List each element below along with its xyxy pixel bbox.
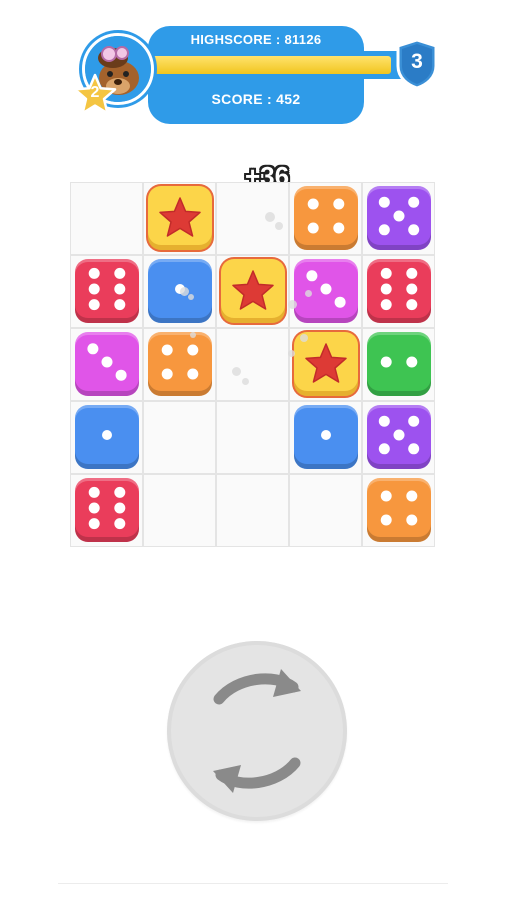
pips-icon bbox=[307, 198, 345, 234]
smoke-puff bbox=[300, 334, 308, 342]
rotate-arrows-icon bbox=[213, 669, 301, 793]
pips-icon bbox=[102, 430, 112, 440]
star-icon bbox=[232, 270, 274, 310]
board-cell bbox=[216, 182, 289, 255]
dice-red-6[interactable] bbox=[75, 259, 139, 323]
star-icon bbox=[159, 197, 201, 237]
pips-icon bbox=[88, 267, 126, 311]
board-cell bbox=[216, 474, 289, 547]
smoke-puff bbox=[265, 212, 275, 222]
star-die[interactable] bbox=[148, 186, 212, 250]
dice-purple-5[interactable] bbox=[367, 405, 431, 469]
pips-icon bbox=[321, 430, 331, 440]
smoke-puff bbox=[305, 290, 312, 297]
board-cell bbox=[143, 474, 216, 547]
level-number: 3 bbox=[411, 50, 423, 73]
pips-icon bbox=[87, 343, 127, 381]
dice-purple-5[interactable] bbox=[367, 186, 431, 250]
pips-icon bbox=[88, 486, 126, 530]
dice-blue-1[interactable] bbox=[75, 405, 139, 469]
smoke-puff bbox=[188, 294, 194, 300]
game-board bbox=[70, 182, 437, 547]
board-cell bbox=[143, 401, 216, 474]
smoke-puff bbox=[288, 300, 297, 309]
star-die[interactable] bbox=[221, 259, 285, 323]
pips-icon bbox=[380, 267, 418, 311]
board-cell bbox=[216, 401, 289, 474]
dice-blue-1[interactable] bbox=[294, 405, 358, 469]
level-progress-bar bbox=[138, 51, 408, 79]
star-count: 2 bbox=[90, 84, 100, 101]
pips-icon bbox=[306, 270, 346, 308]
pips-icon bbox=[161, 344, 199, 380]
board-cell bbox=[289, 474, 362, 547]
pips-icon bbox=[380, 490, 418, 526]
smoke-puff bbox=[288, 350, 295, 357]
level-progress-fill bbox=[142, 56, 391, 74]
smoke-puff bbox=[232, 367, 241, 376]
score-label: SCORE : 452 bbox=[211, 91, 301, 107]
dice-orange-4[interactable] bbox=[294, 186, 358, 250]
board-cell bbox=[70, 182, 143, 255]
pips-icon bbox=[378, 415, 420, 455]
smoke-puff bbox=[275, 222, 283, 230]
level-badge: 3 bbox=[395, 38, 439, 90]
dice-red-6[interactable] bbox=[75, 478, 139, 542]
dice-green-2[interactable] bbox=[367, 332, 431, 396]
highscore-label: HIGHSCORE : 81126 bbox=[190, 32, 322, 47]
dice-orange-4[interactable] bbox=[367, 478, 431, 542]
smoke-puff bbox=[190, 332, 196, 338]
rotate-button[interactable] bbox=[167, 641, 347, 821]
dice-pink-3[interactable] bbox=[75, 332, 139, 396]
smoke-puff bbox=[242, 378, 249, 385]
dice-red-6[interactable] bbox=[367, 259, 431, 323]
dice-orange-4[interactable] bbox=[148, 332, 212, 396]
pips-icon bbox=[378, 196, 420, 236]
home-indicator-line bbox=[58, 883, 448, 884]
board-cell bbox=[216, 328, 289, 401]
pips-icon bbox=[380, 356, 418, 368]
star-badge: 2 bbox=[73, 73, 117, 117]
dice-pink-3[interactable] bbox=[294, 259, 358, 323]
